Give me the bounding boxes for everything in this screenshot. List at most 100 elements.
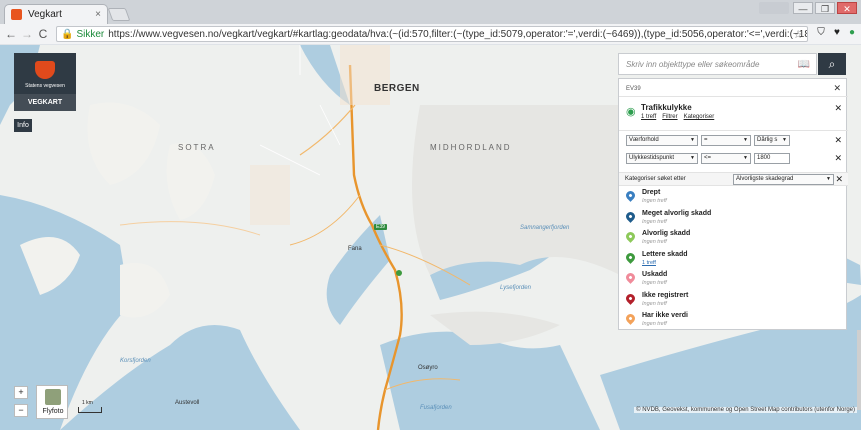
aerial-photo-icon: [45, 389, 61, 405]
legend-item[interactable]: Drept Ingen treff: [624, 189, 836, 211]
forward-button[interactable]: →: [19, 27, 35, 41]
browser-chrome: Vegkart × — ❐ ✕ ← → C 🔒 Sikker https://w…: [0, 0, 861, 44]
legend-item-label: Meget alvorlig skadd: [642, 209, 712, 217]
categorize-value: Alvorligste skadegrad: [736, 176, 794, 182]
brand-org: Statens vegvesen: [25, 83, 65, 89]
maximize-button[interactable]: ❐: [815, 2, 835, 14]
map-label-samnanger: Samnangerfjorden: [520, 225, 570, 231]
map-label-sotra: SOTRA: [178, 143, 216, 152]
map-pin-icon: [624, 230, 637, 243]
map-pin-icon: [624, 189, 637, 202]
map-label-lysefjorden: Lysefjorden: [500, 285, 531, 291]
url-text[interactable]: https://www.vegvesen.no/vegkart/vegkart/…: [108, 29, 807, 40]
remove-categorize-icon[interactable]: ✕: [835, 174, 843, 185]
object-type-title: Trafikkulykke: [641, 103, 692, 112]
chevron-down-icon: ▼: [782, 137, 787, 143]
zoom-out-button[interactable]: −: [14, 404, 28, 417]
flyfoto-label: Flyfoto: [42, 408, 64, 415]
search-placeholder: Skriv inn objekttype eller søkeområde: [626, 59, 760, 69]
back-button[interactable]: ←: [3, 27, 19, 41]
coat-of-arms-icon: [35, 61, 55, 79]
tab-strip: Vegkart × — ❐ ✕: [0, 0, 861, 24]
legend-item[interactable]: Uskadd Ingen treff: [624, 271, 836, 293]
legend-item-count: Ingen treff: [642, 198, 667, 204]
filter-row: Ulykkestidspunkt ▼ <= ▼ 1800 ✕: [619, 153, 848, 169]
map-label-korsfjorden: Korsfjorden: [120, 358, 151, 364]
legend-item[interactable]: Har ikke verdi Ingen treff: [624, 312, 836, 334]
remove-object-type-icon[interactable]: ✕: [834, 103, 842, 114]
address-bar[interactable]: 🔒 Sikker https://www.vegvesen.no/vegkart…: [56, 26, 808, 42]
map-label-austevoll: Austevoll: [175, 400, 200, 406]
categorize-select[interactable]: Alvorligste skadegrad ▼: [733, 174, 834, 185]
search-input[interactable]: Skriv inn objekttype eller søkeområde 📖: [618, 53, 817, 75]
visibility-eye-icon[interactable]: ◉: [626, 105, 636, 118]
browser-toolbar: ← → C 🔒 Sikker https://www.vegvesen.no/v…: [0, 24, 861, 44]
app-title[interactable]: VEGKART: [14, 94, 76, 111]
legend-item[interactable]: Alvorlig skadd Ingen treff: [624, 230, 836, 252]
legend-item[interactable]: Ikke registrert Ingen treff: [624, 291, 836, 314]
secure-label: Sikker: [76, 28, 105, 40]
remove-filter-icon[interactable]: ✕: [834, 135, 842, 146]
close-window-button[interactable]: ✕: [837, 2, 857, 14]
filter-field-select[interactable]: Ulykkestidspunkt ▼: [626, 153, 698, 164]
filter-operator-select[interactable]: <= ▼: [701, 153, 751, 164]
lock-icon: 🔒: [61, 28, 74, 40]
map-label-bergen: BERGEN: [374, 83, 420, 94]
filter-field-value: Værforhold: [629, 137, 659, 143]
scale-bar: 1 km: [78, 400, 102, 413]
road-ref-row: EV39 ✕: [619, 81, 848, 97]
new-tab-button[interactable]: [107, 8, 131, 21]
map-pin-icon: [624, 291, 637, 305]
extension-cart-icon[interactable]: ♥: [830, 26, 844, 40]
legend-item-count: Ingen treff: [642, 280, 667, 286]
legend-item[interactable]: Meget alvorlig skadd Ingen treff: [624, 209, 836, 232]
search-button[interactable]: ⌕: [818, 53, 846, 75]
legend-item-count[interactable]: 1 treff: [642, 260, 656, 266]
legend-item-count: Ingen treff: [642, 218, 667, 225]
chevron-down-icon: ▼: [743, 155, 748, 161]
map-pin-icon: [624, 250, 637, 264]
remove-filter-icon[interactable]: ✕: [834, 153, 842, 164]
map-label-fana: Fana: [348, 246, 362, 252]
map-attribution: © NVDB, Geovekst, kommunene og Open Stre…: [634, 407, 857, 413]
legend-item-label: Ikke registrert: [642, 291, 689, 299]
browser-tab[interactable]: Vegkart ×: [4, 4, 108, 24]
filter-field-select[interactable]: Værforhold ▼: [626, 135, 698, 146]
hits-link[interactable]: 1 treff: [641, 114, 656, 120]
extension-green-icon[interactable]: ●: [845, 26, 859, 40]
map-pin-icon: [624, 312, 637, 325]
results-panel: EV39 ✕ ◉ Trafikkulykke 1 treff Filtrer K…: [618, 78, 848, 330]
zoom-in-button[interactable]: +: [14, 386, 28, 399]
filter-row: Værforhold ▼ = ▼ Dårlig s ▼ ✕: [619, 135, 848, 151]
profile-button[interactable]: [759, 2, 789, 14]
info-button[interactable]: Info: [14, 119, 32, 132]
filter-operator-value: <=: [704, 155, 712, 161]
book-icon[interactable]: 📖: [798, 59, 810, 70]
filter-value-select[interactable]: Dårlig s ▼: [754, 135, 790, 146]
legend-item-label: Uskadd: [642, 271, 668, 278]
accident-marker[interactable]: [396, 270, 402, 276]
reload-button[interactable]: C: [35, 27, 51, 41]
filter-operator-select[interactable]: = ▼: [701, 135, 751, 146]
flyfoto-toggle[interactable]: Flyfoto: [36, 385, 68, 419]
minimize-button[interactable]: —: [793, 2, 813, 14]
extension-shield-icon[interactable]: ⛉: [814, 26, 828, 40]
legend-item-count: Ingen treff: [642, 300, 667, 307]
search-icon: ⌕: [828, 57, 836, 71]
filter-value-input[interactable]: 1800: [754, 153, 790, 164]
filter-value-value: Dårlig s: [757, 137, 778, 143]
chevron-down-icon: ▼: [690, 155, 695, 161]
scale-label: 1 km: [82, 400, 93, 406]
legend-item[interactable]: Lettere skadd 1 treff: [624, 250, 836, 273]
categorize-label: Kategoriser søket etter: [625, 176, 686, 182]
legend-item-label: Lettere skadd: [642, 250, 688, 258]
legend-item-label: Har ikke verdi: [642, 312, 688, 319]
tab-close-icon[interactable]: ×: [95, 9, 101, 20]
legend-item-label: Alvorlig skadd: [642, 230, 691, 237]
remove-road-ref-icon[interactable]: ✕: [833, 83, 841, 94]
filter-link[interactable]: Filtrer: [662, 114, 677, 120]
bookmark-star-icon[interactable]: ☆: [793, 28, 803, 41]
panel-scrollbar[interactable]: [857, 330, 861, 410]
categorize-link[interactable]: Kategoriser: [684, 114, 715, 120]
object-type-row: ◉ Trafikkulykke 1 treff Filtrer Kategori…: [619, 99, 848, 131]
